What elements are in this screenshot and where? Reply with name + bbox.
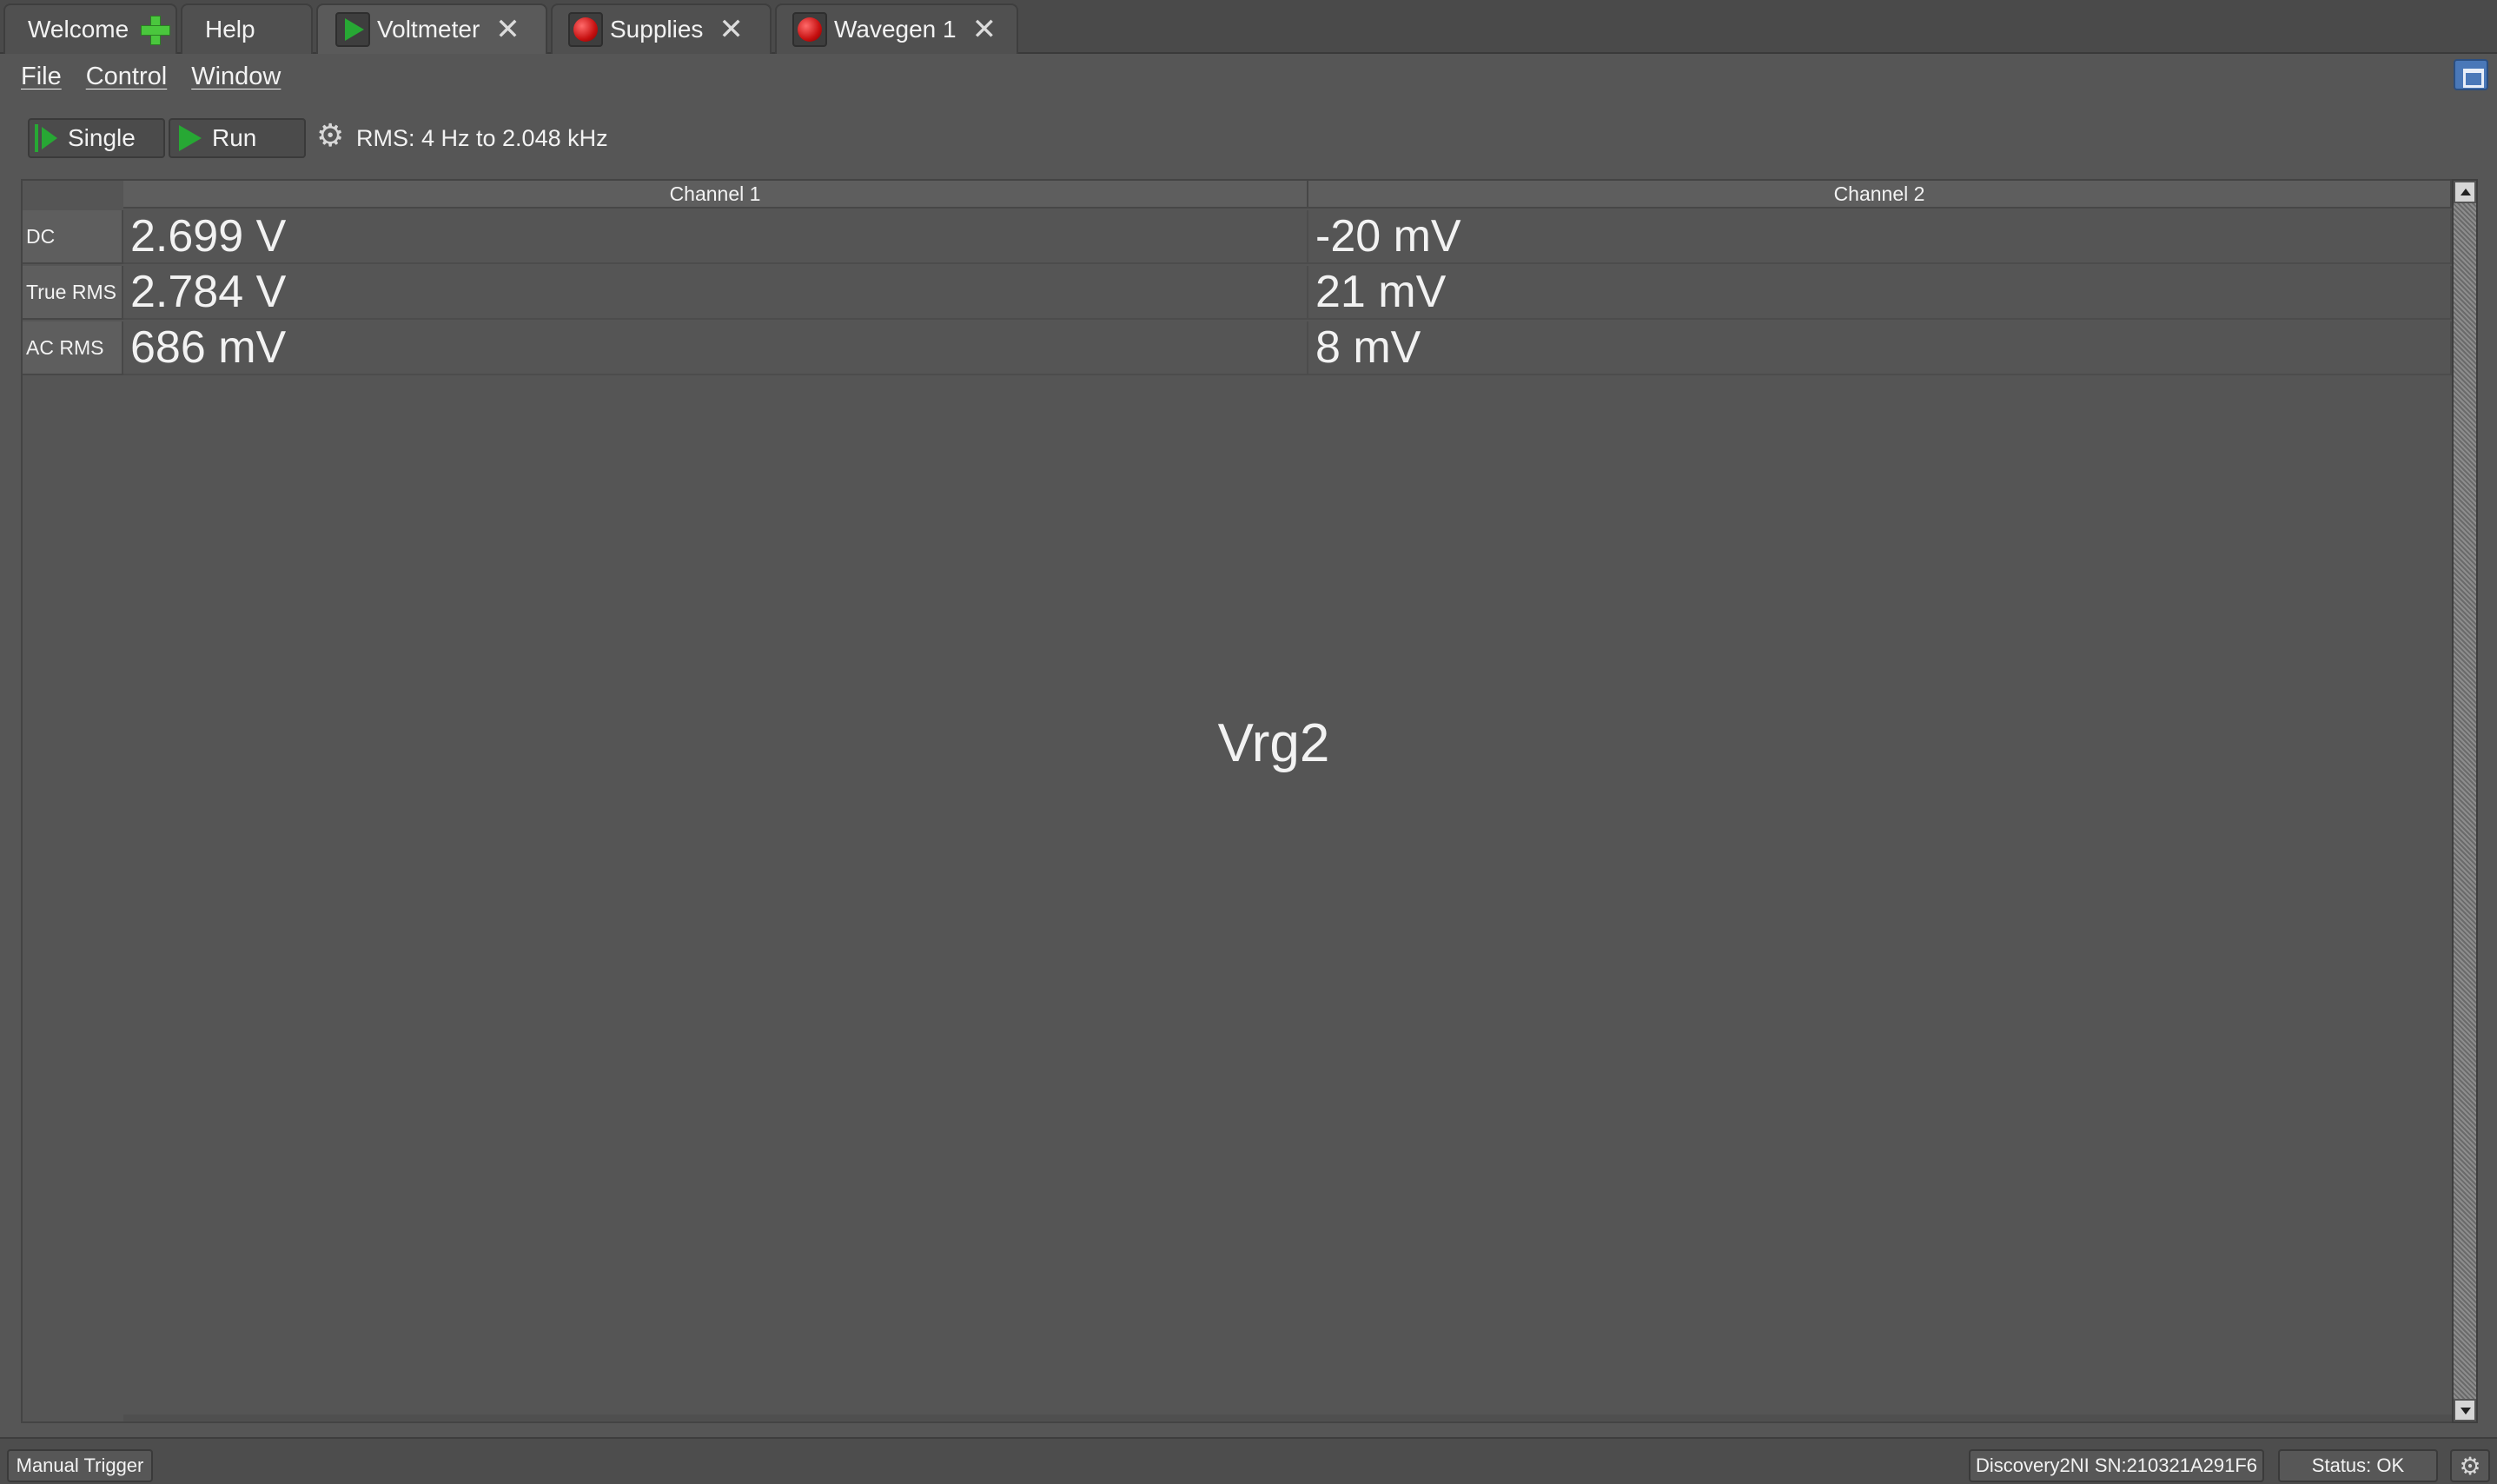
close-icon[interactable]: ✕ (495, 15, 520, 44)
run-button[interactable]: Run (169, 118, 306, 158)
tab-supplies-label: Supplies (610, 16, 704, 43)
scroll-down-icon[interactable] (2454, 1399, 2476, 1421)
menu-bar: File Control Window (0, 56, 2497, 97)
menu-file[interactable]: File (21, 63, 62, 91)
status-bar: Manual Trigger Discovery2NI SN:210321A29… (0, 1437, 2497, 1484)
single-button[interactable]: Single (28, 118, 165, 158)
tab-wavegen-1[interactable]: Wavegen 1 ✕ (775, 3, 1018, 54)
plus-icon[interactable] (141, 16, 170, 45)
close-icon[interactable]: ✕ (719, 15, 744, 44)
device-button[interactable]: Discovery2NI SN:210321A291F6 (1969, 1449, 2264, 1482)
tab-welcome-label: Welcome (28, 16, 129, 43)
tab-wavegen-1-label: Wavegen 1 (834, 16, 957, 43)
scroll-up-icon[interactable] (2454, 181, 2476, 203)
ac-rms-channel-1-value: 686 mV (123, 321, 1308, 375)
tab-bar: Welcome Help Voltmeter ✕ Supplies ✕ Wave… (0, 0, 2497, 54)
close-icon[interactable]: ✕ (972, 15, 997, 44)
dc-channel-1-value: 2.699 V (123, 210, 1308, 264)
tab-help[interactable]: Help (181, 3, 313, 54)
single-button-label: Single (68, 124, 136, 151)
menu-window[interactable]: Window (191, 63, 281, 91)
record-icon (568, 12, 603, 47)
row-label-dc: DC (23, 210, 123, 264)
true-rms-channel-1-value: 2.784 V (123, 266, 1308, 320)
play-icon (335, 12, 370, 47)
status-button[interactable]: Status: OK (2278, 1449, 2438, 1482)
run-button-label: Run (212, 124, 257, 151)
window-restore-icon[interactable] (2454, 59, 2488, 90)
instrument-label: Vrg2 (1217, 713, 1330, 773)
vertical-scrollbar[interactable] (2452, 179, 2478, 1423)
tab-supplies[interactable]: Supplies ✕ (551, 3, 772, 54)
tab-voltmeter-label: Voltmeter (377, 16, 480, 43)
tab-welcome[interactable]: Welcome (3, 3, 177, 54)
menu-control[interactable]: Control (86, 63, 168, 91)
play-icon (179, 125, 202, 151)
column-header-channel-1: Channel 1 (123, 181, 1308, 209)
row-label-true-rms: True RMS (23, 266, 123, 320)
gear-icon[interactable]: ⚙ (316, 118, 344, 154)
gear-icon[interactable]: ⚙ (2450, 1449, 2490, 1482)
tab-voltmeter[interactable]: Voltmeter ✕ (316, 3, 547, 54)
dc-channel-2-value: -20 mV (1308, 210, 2452, 264)
manual-trigger-button[interactable]: Manual Trigger (7, 1449, 153, 1482)
column-header-channel-2: Channel 2 (1308, 181, 2452, 209)
tab-help-label: Help (205, 16, 255, 43)
true-rms-channel-2-value: 21 mV (1308, 266, 2452, 320)
rms-range-label: RMS: 4 Hz to 2.048 kHz (356, 125, 608, 151)
record-icon (792, 12, 827, 47)
toolbar: Single Run ⚙ RMS: 4 Hz to 2.048 kHz (0, 113, 2497, 162)
voltmeter-panel: Channel 1 Channel 2 DC 2.699 V -20 mV Tr… (21, 179, 2454, 1423)
ac-rms-channel-2-value: 8 mV (1308, 321, 2452, 375)
row-label-ac-rms: AC RMS (23, 321, 123, 375)
horizontal-scrollbar[interactable] (123, 1414, 2452, 1421)
single-step-icon (35, 124, 59, 152)
